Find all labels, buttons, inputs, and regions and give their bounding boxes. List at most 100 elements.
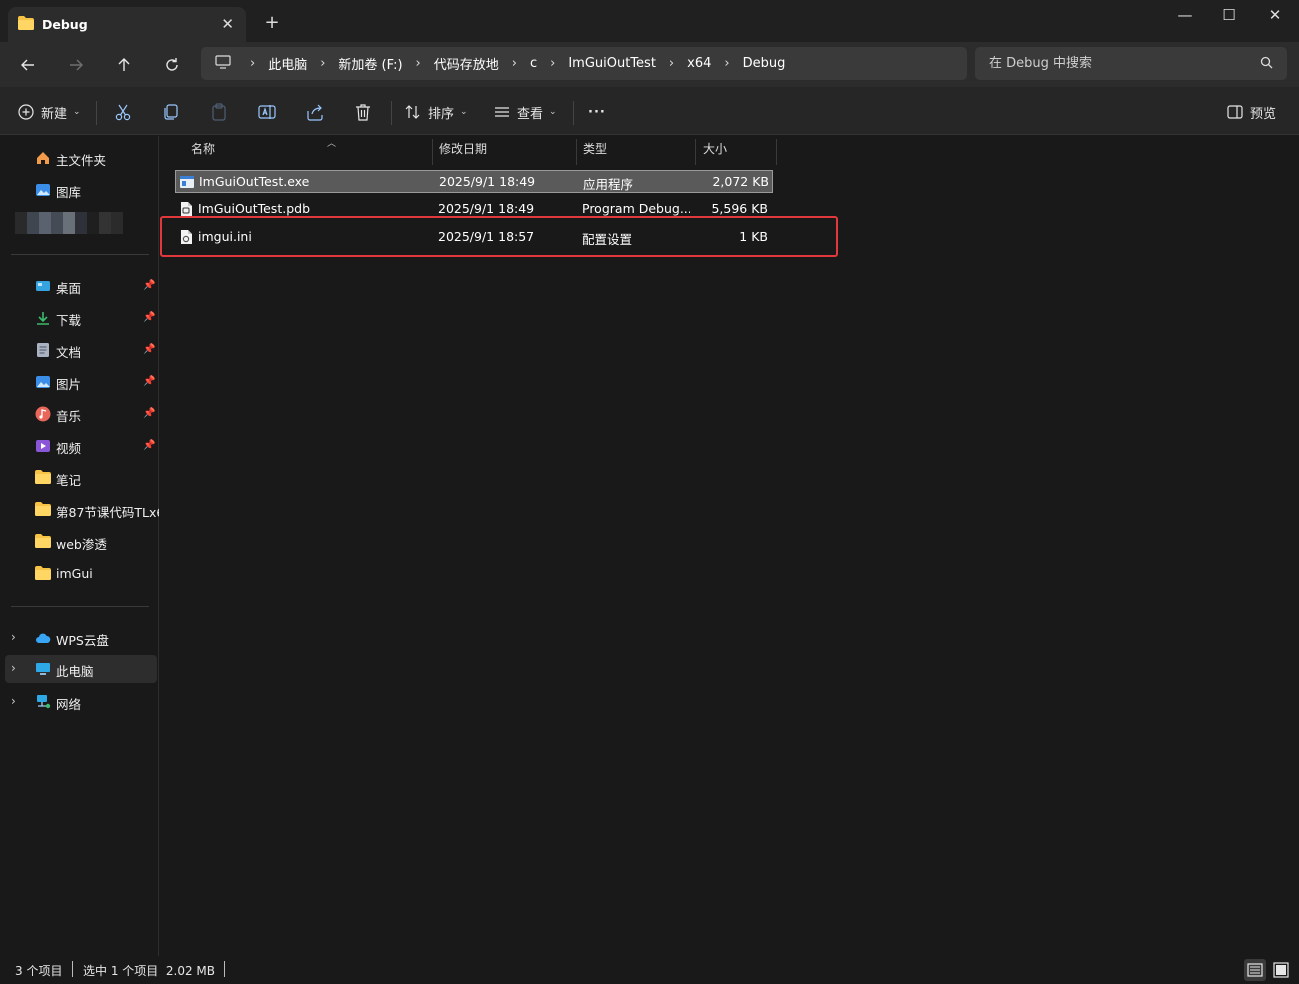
new-tab-button[interactable]: + [262, 12, 282, 33]
minimize-button[interactable]: — [1162, 4, 1208, 28]
toolbar-divider [573, 101, 574, 125]
sidebar-item-web-pentest[interactable]: web渗透 [0, 528, 159, 556]
chevron-down-icon: ⌄ [73, 107, 81, 117]
sidebar-item-gallery[interactable]: 图库 [0, 176, 159, 204]
pin-icon: 📌 [143, 408, 156, 419]
breadcrumb-x64[interactable]: x64 [687, 56, 711, 71]
file-name: ImGuiOutTest.pdb [198, 201, 310, 216]
chevron-down-icon: ⌄ [460, 107, 468, 117]
breadcrumb-debug[interactable]: Debug [743, 56, 786, 71]
details-view-button[interactable] [1244, 959, 1266, 981]
rename-icon[interactable] [257, 102, 277, 122]
sidebar-item-label: 网络 [56, 697, 82, 712]
home-icon [35, 150, 51, 166]
item-count: 3 个项目 [15, 964, 63, 978]
pdb-icon [178, 201, 194, 217]
sidebar-divider [11, 606, 149, 607]
cloud-icon [35, 630, 51, 646]
breadcrumb-chevron-icon[interactable]: › [250, 56, 255, 71]
close-window-button[interactable]: ✕ [1252, 4, 1298, 28]
paste-icon[interactable] [209, 102, 229, 122]
breadcrumb-imguiouttest[interactable]: ImGuiOutTest [568, 56, 656, 71]
sort-button[interactable]: 排序 ⌄ [405, 99, 468, 125]
download-icon [35, 310, 51, 326]
refresh-button[interactable] [159, 52, 185, 78]
document-icon [35, 342, 51, 358]
tab-close-button[interactable]: ✕ [221, 15, 234, 33]
pin-icon: 📌 [143, 344, 156, 355]
file-size: 2,072 KB [712, 174, 769, 189]
breadcrumb-chevron-icon[interactable]: › [724, 56, 729, 71]
breadcrumb-this-pc[interactable]: 此电脑 [268, 54, 307, 73]
sidebar-item-pictures[interactable]: 图片 📌 [0, 368, 159, 396]
column-header-size[interactable]: 大小 [696, 139, 777, 165]
breadcrumb-chevron-icon[interactable]: › [416, 56, 421, 71]
sidebar-item-home[interactable]: 主文件夹 [0, 144, 159, 172]
sidebar-item-desktop[interactable]: 桌面 📌 [0, 272, 159, 300]
new-button[interactable]: 新建 ⌄ [18, 99, 81, 125]
view-button-label: 查看 [517, 106, 544, 122]
sidebar-item-wps-cloud[interactable]: › WPS云盘 [0, 624, 159, 652]
sidebar-item-label: 主文件夹 [56, 153, 107, 168]
large-icons-view-button[interactable] [1270, 959, 1292, 981]
chevron-right-icon[interactable]: › [11, 661, 16, 675]
column-header-name[interactable]: 名称 ︿ [184, 139, 433, 165]
redacted-item [15, 212, 125, 234]
sidebar-item-videos[interactable]: 视频 📌 [0, 432, 159, 460]
column-header-modified[interactable]: 修改日期 [432, 139, 577, 165]
title-bar: Debug ✕ + — ☐ ✕ [0, 0, 1299, 42]
breadcrumb-chevron-icon[interactable]: › [512, 56, 517, 71]
breadcrumb-chevron-icon[interactable]: › [669, 56, 674, 71]
search-icon[interactable] [1260, 56, 1273, 73]
new-button-label: 新建 [41, 106, 68, 122]
file-type: Program Debug... [582, 201, 690, 216]
sidebar-item-label: 笔记 [56, 473, 82, 488]
delete-icon[interactable] [353, 102, 373, 122]
sidebar-item-network[interactable]: › 网络 [0, 688, 159, 716]
network-icon [35, 694, 51, 710]
cut-icon[interactable] [113, 102, 133, 122]
file-modified: 2025/9/1 18:49 [438, 201, 535, 216]
back-button[interactable] [15, 52, 41, 78]
sidebar-item-imgui[interactable]: imGui [0, 560, 159, 588]
table-row[interactable]: ImGuiOutTest.exe 2025/9/1 18:49 应用程序 2,0… [175, 170, 773, 193]
breadcrumb-code-folder[interactable]: 代码存放地 [434, 54, 499, 73]
sidebar-item-downloads[interactable]: 下载 📌 [0, 304, 159, 332]
copy-icon[interactable] [161, 102, 181, 122]
sidebar-item-notes[interactable]: 笔记 [0, 464, 159, 492]
address-bar[interactable]: › 此电脑 › 新加卷 (F:) › 代码存放地 › c › ImGuiOutTest ›… [201, 47, 967, 80]
forward-button[interactable] [63, 52, 89, 78]
breadcrumb-chevron-icon[interactable]: › [320, 56, 325, 71]
sidebar-item-label: imGui [56, 566, 93, 581]
tab-debug[interactable]: Debug ✕ [8, 7, 246, 42]
column-header-size-label: 大小 [703, 142, 728, 156]
sidebar-item-music[interactable]: 音乐 📌 [0, 400, 159, 428]
preview-pane-button[interactable]: 预览 [1227, 99, 1276, 125]
up-button[interactable] [111, 52, 137, 78]
search-input[interactable] [975, 47, 1255, 80]
monitor-icon [215, 54, 231, 73]
file-list-view: 名称 ︿ 修改日期 类型 大小 ImGuiOutTest.exe 2025/9/… [160, 136, 1299, 956]
breadcrumb-c[interactable]: c [530, 56, 537, 71]
more-options-button[interactable]: ··· [588, 99, 606, 125]
sidebar-item-this-pc[interactable]: › 此电脑 [5, 655, 157, 683]
column-header-modified-label: 修改日期 [439, 142, 488, 156]
sidebar-item-label: WPS云盘 [56, 633, 109, 648]
folder-icon [35, 470, 51, 486]
computer-icon [35, 661, 51, 677]
chevron-right-icon[interactable]: › [11, 694, 16, 708]
sidebar-item-label: 图库 [56, 185, 82, 200]
breadcrumb-chevron-icon[interactable]: › [550, 56, 555, 71]
column-header-type[interactable]: 类型 [576, 139, 696, 165]
maximize-button[interactable]: ☐ [1206, 4, 1252, 28]
video-icon [35, 438, 51, 454]
sidebar-item-lesson87[interactable]: 第87节课代码TLx64 [0, 496, 159, 524]
pin-icon: 📌 [143, 376, 156, 387]
breadcrumb-drive-f[interactable]: 新加卷 (F:) [338, 54, 402, 73]
share-icon[interactable] [305, 102, 325, 122]
gallery-icon [35, 182, 51, 198]
sidebar-item-documents[interactable]: 文档 📌 [0, 336, 159, 364]
exe-icon [179, 174, 195, 190]
view-button[interactable]: 查看 ⌄ [494, 99, 557, 125]
chevron-right-icon[interactable]: › [11, 630, 16, 644]
